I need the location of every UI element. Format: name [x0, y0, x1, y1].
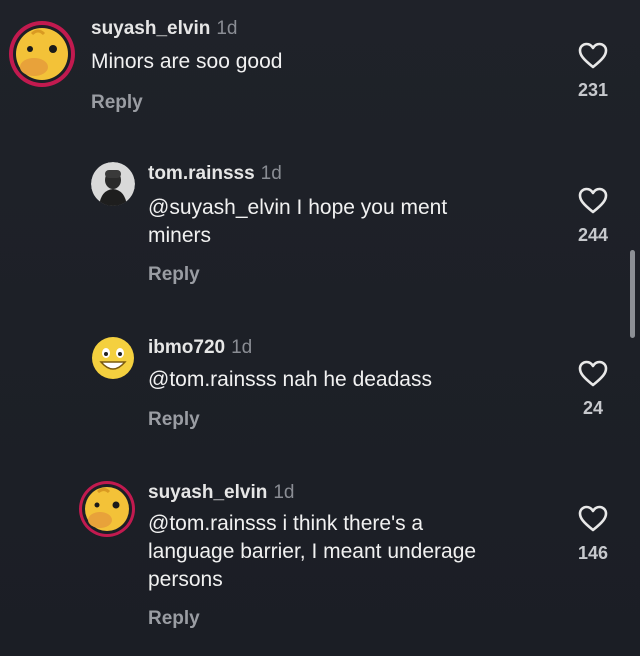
comment-text: @suyash_elvin I hope you ment miners — [148, 194, 447, 250]
like-count: 231 — [577, 80, 609, 100]
comment-text: @tom.rainsss i think there's a language … — [148, 510, 476, 594]
reply-button[interactable]: Reply — [148, 264, 200, 286]
comment-text-line: @tom.rainsss i think there's a — [148, 512, 424, 535]
reply-button[interactable]: Reply — [148, 608, 200, 630]
duck-avatar-icon[interactable] — [8, 20, 76, 88]
comment-text-line: persons — [148, 568, 223, 591]
scrollbar-thumb[interactable] — [630, 250, 635, 338]
like-control[interactable]: 231 — [563, 42, 623, 101]
grinning-emoji-avatar-icon[interactable] — [91, 336, 135, 380]
comment-item: ibmo720 1d @tom.rainsss nah he deadass Re… — [0, 322, 640, 452]
comment-time: 1d — [231, 337, 253, 358]
comment-text: @tom.rainsss nah he deadass — [148, 368, 432, 391]
username-text[interactable]: ibmo720 — [148, 337, 225, 358]
username-text[interactable]: tom.rainsss — [148, 163, 255, 184]
comment-username[interactable]: suyash_elvin 1d — [148, 482, 294, 504]
username-text[interactable]: suyash_elvin — [148, 482, 267, 503]
heart-icon[interactable] — [578, 505, 608, 533]
reply-button[interactable]: Reply — [91, 92, 143, 114]
like-control[interactable]: 146 — [563, 505, 623, 564]
comment-username[interactable]: suyash_elvin 1d — [91, 18, 237, 40]
comment-time: 1d — [216, 18, 238, 39]
comment-text-line: language barrier, I meant underage — [148, 540, 477, 563]
comment-time: 1d — [260, 163, 282, 184]
like-count: 244 — [577, 225, 609, 245]
duck-avatar-icon[interactable] — [78, 480, 136, 538]
comment-time: 1d — [273, 482, 295, 503]
heart-icon[interactable] — [578, 360, 608, 388]
comment-item: suyash_elvin 1d Minors are soo good Reply… — [0, 0, 640, 130]
comment-item: suyash_elvin 1d @tom.rainsss i think ther… — [0, 468, 640, 656]
like-count: 146 — [577, 543, 609, 563]
comment-item: tom.rainsss 1d @suyash_elvin I hope you m… — [0, 150, 640, 300]
username-text[interactable]: suyash_elvin — [91, 18, 210, 39]
like-control[interactable]: 24 — [563, 360, 623, 419]
comments-screen: suyash_elvin 1d Minors are soo good Reply… — [0, 0, 640, 656]
comment-text-line: miners — [148, 224, 212, 247]
heart-icon[interactable] — [578, 42, 608, 70]
comment-username[interactable]: tom.rainsss 1d — [148, 163, 282, 185]
reply-button[interactable]: Reply — [148, 409, 200, 431]
comment-text: Minors are soo good — [91, 50, 283, 73]
photo-avatar-icon[interactable] — [91, 162, 135, 206]
comment-text-line: @suyash_elvin I hope you ment — [148, 196, 448, 219]
like-control[interactable]: 244 — [563, 187, 623, 246]
heart-icon[interactable] — [578, 187, 608, 215]
like-count: 24 — [582, 398, 604, 418]
comment-username[interactable]: ibmo720 1d — [148, 337, 252, 359]
